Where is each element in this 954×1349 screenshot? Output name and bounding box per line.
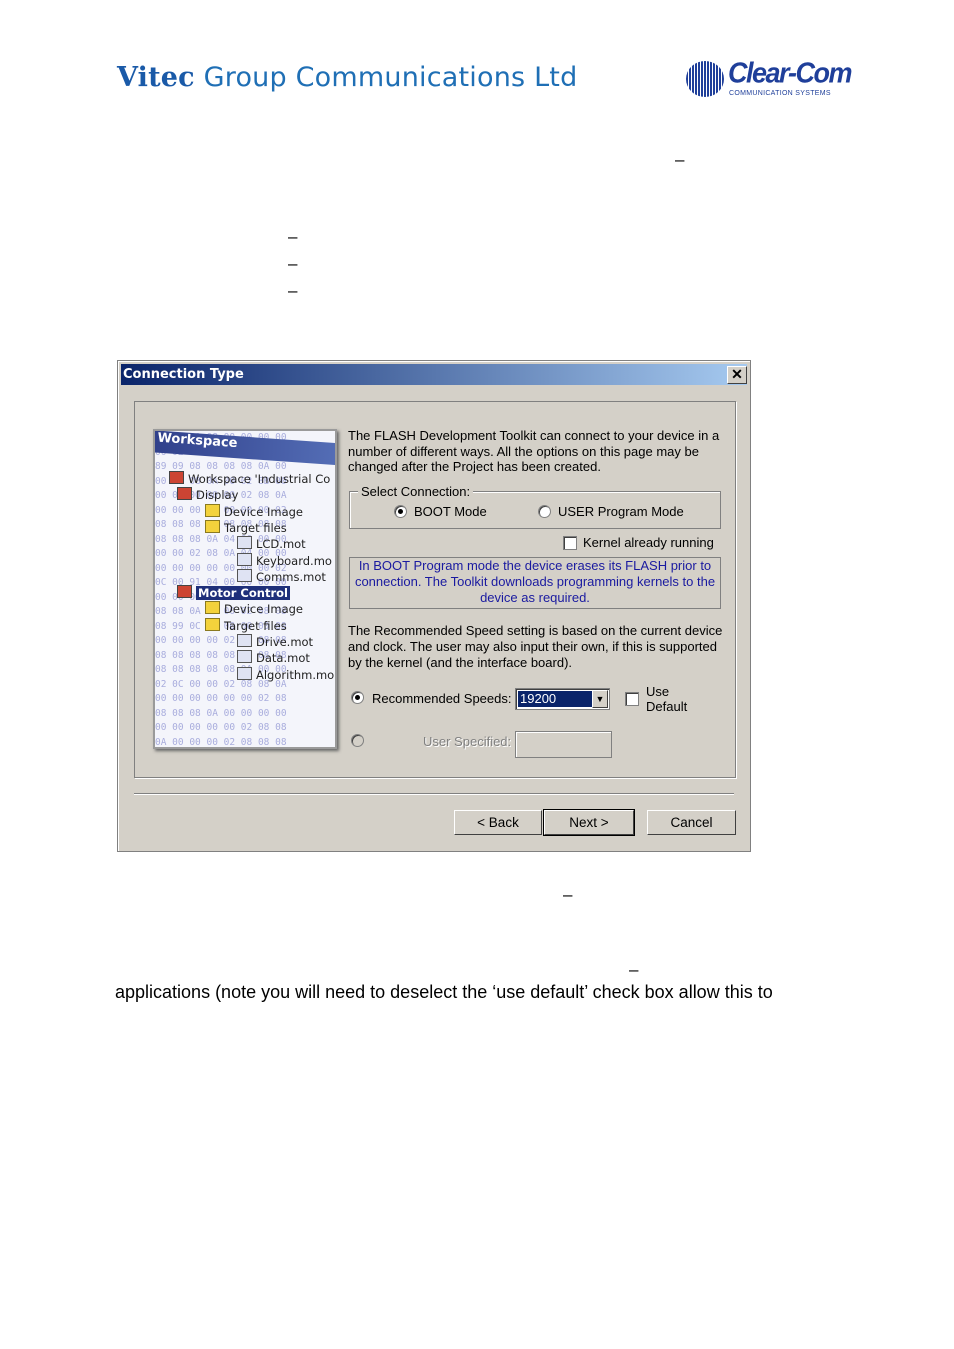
user-specified-label: User Specified: <box>423 734 512 749</box>
next-button[interactable]: Next > <box>543 809 635 836</box>
workspace-illustration: 49 08 08 08 00 00 00 00 00 02 00 02 0C 0… <box>153 429 337 749</box>
tree-item: LCD.mot <box>237 536 306 551</box>
recommended-speeds-label[interactable]: Recommended Speeds: <box>372 691 511 706</box>
back-button[interactable]: < Back <box>454 810 542 835</box>
tree-item-label: Motor Control <box>196 586 290 601</box>
info-line: device as required. <box>480 590 590 605</box>
project-icon <box>177 487 192 501</box>
kernel-running-checkbox[interactable] <box>563 536 577 550</box>
tree-item-label: Device Image <box>224 504 304 519</box>
project-icon <box>177 585 192 599</box>
speed-line: and clock. The user may also input their… <box>348 639 718 654</box>
tree-item: Keyboard.mo <box>237 552 332 568</box>
tree-item-label: Drive.mot <box>256 635 314 649</box>
select-connection-label: Select Connection: <box>358 484 474 499</box>
user-mode-label[interactable]: USER Program Mode <box>558 504 684 519</box>
intro-line: number of different ways. All the option… <box>348 443 699 459</box>
tree-item: Target files <box>205 519 287 535</box>
connection-type-dialog: Connection Type ✕ 49 08 08 08 00 00 00 0… <box>117 360 751 852</box>
dash: – <box>288 281 298 300</box>
tree-item-label: Device Image <box>224 602 304 617</box>
clear-com-logo: Clear-Com <box>728 57 853 89</box>
kernel-running-label[interactable]: Kernel already running <box>583 535 714 550</box>
dash: – <box>629 960 639 979</box>
boot-mode-radio[interactable] <box>394 505 407 518</box>
tree-item: Workspace 'Industrial Co <box>169 471 330 486</box>
folder-icon <box>205 617 220 631</box>
body-text-line: applications (note you will need to dese… <box>115 982 773 1002</box>
speed-line: by the kernel (and the interface board). <box>348 655 573 670</box>
dash: – <box>288 254 298 273</box>
use-default-label-line: Default <box>646 699 688 714</box>
divider <box>134 793 734 795</box>
tree-item-label: Display <box>196 488 239 503</box>
tree-item: Motor Control <box>177 585 290 601</box>
options-panel: 49 08 08 08 00 00 00 00 00 02 00 02 0C 0… <box>134 401 736 778</box>
use-default-label[interactable]: Use Default <box>646 684 687 714</box>
user-specified-radio[interactable] <box>351 734 364 747</box>
folder-icon <box>205 503 220 517</box>
use-default-checkbox[interactable] <box>625 692 639 706</box>
document-page: Vitec Group Communications Ltd Clear-Com… <box>0 0 954 1349</box>
boot-mode-info: In BOOT Program mode the device erases i… <box>349 557 721 609</box>
dialog-title: Connection Type <box>123 367 244 382</box>
dash: – <box>288 227 298 246</box>
tree-item: Algorithm.mo <box>237 666 335 682</box>
clear-com-tagline: COMMUNICATION SYSTEMS <box>729 90 831 97</box>
tree-item: Device Image <box>205 503 304 519</box>
s-file-icon <box>237 666 252 680</box>
folder-icon <box>205 601 220 615</box>
boot-mode-label[interactable]: BOOT Mode <box>414 504 487 519</box>
user-specified-input[interactable] <box>515 731 612 758</box>
intro-line: changed after the Project has been creat… <box>348 459 601 474</box>
tree-item-label: Data.mot <box>256 651 310 666</box>
intro-text: The FLASH Development Toolkit can connec… <box>348 428 719 475</box>
close-icon: ✕ <box>731 366 743 382</box>
tree-item-label: Target files <box>224 520 287 535</box>
tree-item-label: Target files <box>224 618 287 633</box>
dropdown-arrow-icon[interactable]: ▼ <box>592 690 608 708</box>
s-file-icon <box>237 536 252 550</box>
vitec-logo: Vitec Group Communications Ltd <box>117 62 578 93</box>
tree-item: Target files <box>205 617 287 633</box>
s-file-icon <box>237 650 252 664</box>
dash: – <box>563 885 573 904</box>
info-line: connection. The Toolkit downloads progra… <box>354 574 716 589</box>
tree-item-label: Workspace 'Industrial Co <box>188 472 331 486</box>
tree-item: Data.mot <box>237 650 310 665</box>
s-file-icon <box>237 568 252 582</box>
s-file-icon <box>237 634 252 647</box>
recommended-speeds-radio[interactable] <box>351 691 364 704</box>
use-default-label-line: Use <box>646 684 670 699</box>
speed-line: The Recommended Speed setting is based o… <box>348 623 723 638</box>
user-mode-radio[interactable] <box>538 505 551 518</box>
speed-value: 19200 <box>518 691 592 707</box>
folder-icon <box>205 519 220 533</box>
tree-item: Drive.mot <box>237 634 313 649</box>
clear-com-globe-icon <box>686 61 724 97</box>
s-file-icon <box>237 552 252 566</box>
tree-item-label: Algorithm.mo <box>256 667 335 682</box>
tree-item-label: Keyboard.mo <box>256 553 332 568</box>
intro-line: The FLASH Development Toolkit can connec… <box>348 428 720 443</box>
speed-text: The Recommended Speed setting is based o… <box>348 623 722 671</box>
close-button[interactable]: ✕ <box>727 366 747 384</box>
workspace-icon <box>169 471 184 484</box>
tree-item: Display <box>177 487 238 502</box>
info-line: In BOOT Program mode the device erases i… <box>358 558 712 573</box>
cancel-button[interactable]: Cancel <box>647 810 736 835</box>
tree-item-label: Comms.mot <box>256 569 326 584</box>
select-connection-group: Select Connection: BOOT Mode USER Progra… <box>349 484 721 529</box>
tree-item: Comms.mot <box>237 568 326 584</box>
dash: – <box>675 150 685 169</box>
tree-item: Device Image <box>205 601 303 616</box>
speed-dropdown[interactable]: 19200 ▼ <box>515 688 610 710</box>
tree-item-label: LCD.mot <box>256 537 306 552</box>
title-bar[interactable]: Connection Type ✕ <box>121 364 747 385</box>
